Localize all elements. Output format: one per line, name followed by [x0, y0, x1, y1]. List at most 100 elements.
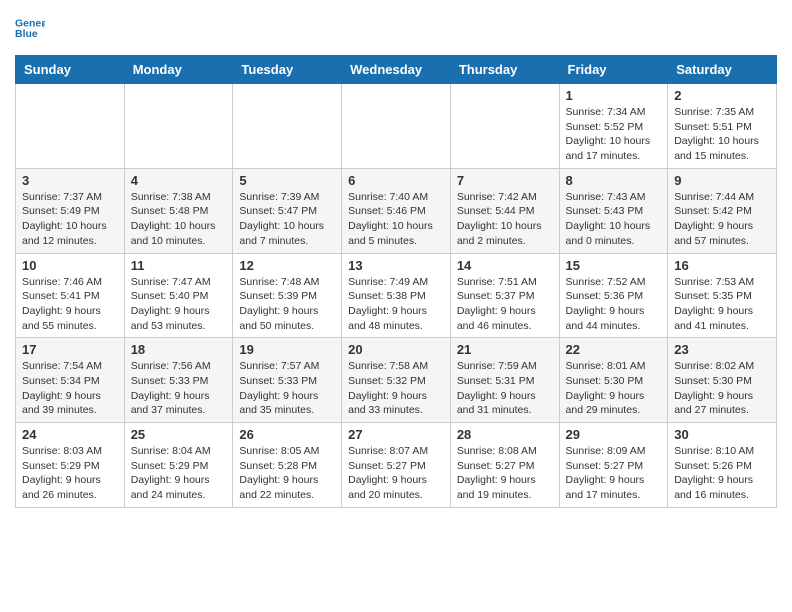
day-number: 6	[348, 173, 444, 188]
calendar-cell: 28Sunrise: 8:08 AM Sunset: 5:27 PM Dayli…	[450, 423, 559, 508]
day-number: 3	[22, 173, 118, 188]
day-info: Sunrise: 8:03 AM Sunset: 5:29 PM Dayligh…	[22, 444, 118, 503]
day-number: 4	[131, 173, 227, 188]
day-info: Sunrise: 7:44 AM Sunset: 5:42 PM Dayligh…	[674, 190, 770, 249]
day-info: Sunrise: 7:37 AM Sunset: 5:49 PM Dayligh…	[22, 190, 118, 249]
day-info: Sunrise: 7:39 AM Sunset: 5:47 PM Dayligh…	[239, 190, 335, 249]
day-number: 25	[131, 427, 227, 442]
calendar-cell: 6 Sunrise: 7:40 AM Sunset: 5:46 PM Daylig…	[342, 168, 451, 253]
calendar-cell: 1 Sunrise: 7:34 AM Sunset: 5:52 PM Daylig…	[559, 84, 668, 169]
day-info: Sunrise: 7:51 AM Sunset: 5:37 PM Dayligh…	[457, 275, 553, 334]
calendar-cell: 13 Sunrise: 7:49 AM Sunset: 5:38 PM Dayli…	[342, 253, 451, 338]
day-number: 13	[348, 258, 444, 273]
day-number: 11	[131, 258, 227, 273]
day-number: 26	[239, 427, 335, 442]
calendar-cell: 27 Sunrise: 8:07 AM Sunset: 5:27 PM Dayli…	[342, 423, 451, 508]
day-info: Sunrise: 7:56 AM Sunset: 5:33 PM Dayligh…	[131, 359, 227, 418]
calendar-cell: 15 Sunrise: 7:52 AM Sunset: 5:36 PM Dayli…	[559, 253, 668, 338]
weekday-row: SundayMondayTuesdayWednesdayThursdayFrid…	[16, 56, 777, 84]
calendar-cell: 29 Sunrise: 8:09 AM Sunset: 5:27 PM Dayli…	[559, 423, 668, 508]
day-number: 1	[566, 88, 662, 103]
day-number: 10	[22, 258, 118, 273]
calendar-cell: 2 Sunrise: 7:35 AM Sunset: 5:51 PM Daylig…	[668, 84, 777, 169]
calendar-week-row: 1 Sunrise: 7:34 AM Sunset: 5:52 PM Daylig…	[16, 84, 777, 169]
calendar-cell: 14Sunrise: 7:51 AM Sunset: 5:37 PM Dayli…	[450, 253, 559, 338]
day-number: 21	[457, 342, 553, 357]
day-info: Sunrise: 7:49 AM Sunset: 5:38 PM Dayligh…	[348, 275, 444, 334]
calendar-week-row: 17 Sunrise: 7:54 AM Sunset: 5:34 PM Dayli…	[16, 338, 777, 423]
calendar-header: SundayMondayTuesdayWednesdayThursdayFrid…	[16, 56, 777, 84]
day-number: 12	[239, 258, 335, 273]
day-number: 24	[22, 427, 118, 442]
day-number: 7	[457, 173, 553, 188]
weekday-header: Thursday	[450, 56, 559, 84]
day-number: 30	[674, 427, 770, 442]
day-info: Sunrise: 7:40 AM Sunset: 5:46 PM Dayligh…	[348, 190, 444, 249]
day-number: 27	[348, 427, 444, 442]
day-info: Sunrise: 7:34 AM Sunset: 5:52 PM Dayligh…	[566, 105, 662, 164]
calendar-cell: 26 Sunrise: 8:05 AM Sunset: 5:28 PM Dayli…	[233, 423, 342, 508]
logo: General Blue	[15, 15, 49, 45]
svg-text:Blue: Blue	[15, 28, 38, 40]
calendar-week-row: 10 Sunrise: 7:46 AM Sunset: 5:41 PM Dayli…	[16, 253, 777, 338]
day-number: 17	[22, 342, 118, 357]
calendar-cell: 5 Sunrise: 7:39 AM Sunset: 5:47 PM Daylig…	[233, 168, 342, 253]
calendar-cell: 25Sunrise: 8:04 AM Sunset: 5:29 PM Dayli…	[124, 423, 233, 508]
calendar-cell: 24 Sunrise: 8:03 AM Sunset: 5:29 PM Dayli…	[16, 423, 125, 508]
page-container: General Blue SundayMondayTuesdayWednesda…	[0, 0, 792, 518]
calendar-cell	[233, 84, 342, 169]
calendar-week-row: 3 Sunrise: 7:37 AM Sunset: 5:49 PM Daylig…	[16, 168, 777, 253]
calendar-week-row: 24 Sunrise: 8:03 AM Sunset: 5:29 PM Dayli…	[16, 423, 777, 508]
day-info: Sunrise: 8:08 AM Sunset: 5:27 PM Dayligh…	[457, 444, 553, 503]
calendar-cell: 19 Sunrise: 7:57 AM Sunset: 5:33 PM Dayli…	[233, 338, 342, 423]
calendar-cell: 22Sunrise: 8:01 AM Sunset: 5:30 PM Dayli…	[559, 338, 668, 423]
day-number: 5	[239, 173, 335, 188]
day-info: Sunrise: 7:43 AM Sunset: 5:43 PM Dayligh…	[566, 190, 662, 249]
weekday-header: Saturday	[668, 56, 777, 84]
day-info: Sunrise: 7:57 AM Sunset: 5:33 PM Dayligh…	[239, 359, 335, 418]
day-number: 20	[348, 342, 444, 357]
day-info: Sunrise: 8:05 AM Sunset: 5:28 PM Dayligh…	[239, 444, 335, 503]
calendar-cell: 10 Sunrise: 7:46 AM Sunset: 5:41 PM Dayli…	[16, 253, 125, 338]
day-info: Sunrise: 7:59 AM Sunset: 5:31 PM Dayligh…	[457, 359, 553, 418]
calendar-cell: 18 Sunrise: 7:56 AM Sunset: 5:33 PM Dayli…	[124, 338, 233, 423]
day-info: Sunrise: 7:48 AM Sunset: 5:39 PM Dayligh…	[239, 275, 335, 334]
day-number: 23	[674, 342, 770, 357]
calendar-cell: 9 Sunrise: 7:44 AM Sunset: 5:42 PM Daylig…	[668, 168, 777, 253]
day-info: Sunrise: 7:54 AM Sunset: 5:34 PM Dayligh…	[22, 359, 118, 418]
day-number: 15	[566, 258, 662, 273]
calendar-cell	[342, 84, 451, 169]
day-info: Sunrise: 7:46 AM Sunset: 5:41 PM Dayligh…	[22, 275, 118, 334]
day-info: Sunrise: 7:35 AM Sunset: 5:51 PM Dayligh…	[674, 105, 770, 164]
calendar-cell: 30Sunrise: 8:10 AM Sunset: 5:26 PM Dayli…	[668, 423, 777, 508]
day-number: 16	[674, 258, 770, 273]
day-info: Sunrise: 8:01 AM Sunset: 5:30 PM Dayligh…	[566, 359, 662, 418]
day-number: 8	[566, 173, 662, 188]
day-info: Sunrise: 8:07 AM Sunset: 5:27 PM Dayligh…	[348, 444, 444, 503]
page-header: General Blue	[15, 15, 777, 45]
weekday-header: Wednesday	[342, 56, 451, 84]
day-number: 18	[131, 342, 227, 357]
logo-icon: General Blue	[15, 13, 45, 43]
day-info: Sunrise: 7:53 AM Sunset: 5:35 PM Dayligh…	[674, 275, 770, 334]
calendar-cell: 16 Sunrise: 7:53 AM Sunset: 5:35 PM Dayli…	[668, 253, 777, 338]
calendar-cell: 4 Sunrise: 7:38 AM Sunset: 5:48 PM Daylig…	[124, 168, 233, 253]
day-info: Sunrise: 7:58 AM Sunset: 5:32 PM Dayligh…	[348, 359, 444, 418]
day-number: 2	[674, 88, 770, 103]
day-number: 29	[566, 427, 662, 442]
day-number: 9	[674, 173, 770, 188]
day-info: Sunrise: 8:09 AM Sunset: 5:27 PM Dayligh…	[566, 444, 662, 503]
calendar-cell: 23Sunrise: 8:02 AM Sunset: 5:30 PM Dayli…	[668, 338, 777, 423]
calendar-cell: 17 Sunrise: 7:54 AM Sunset: 5:34 PM Dayli…	[16, 338, 125, 423]
calendar-cell	[450, 84, 559, 169]
day-info: Sunrise: 7:38 AM Sunset: 5:48 PM Dayligh…	[131, 190, 227, 249]
calendar-cell: 3 Sunrise: 7:37 AM Sunset: 5:49 PM Daylig…	[16, 168, 125, 253]
calendar-body: 1 Sunrise: 7:34 AM Sunset: 5:52 PM Daylig…	[16, 84, 777, 508]
calendar-cell: 7Sunrise: 7:42 AM Sunset: 5:44 PM Daylig…	[450, 168, 559, 253]
calendar-cell: 21 Sunrise: 7:59 AM Sunset: 5:31 PM Dayli…	[450, 338, 559, 423]
calendar-cell	[16, 84, 125, 169]
day-number: 19	[239, 342, 335, 357]
day-info: Sunrise: 7:47 AM Sunset: 5:40 PM Dayligh…	[131, 275, 227, 334]
calendar-table: SundayMondayTuesdayWednesdayThursdayFrid…	[15, 55, 777, 508]
day-info: Sunrise: 7:52 AM Sunset: 5:36 PM Dayligh…	[566, 275, 662, 334]
